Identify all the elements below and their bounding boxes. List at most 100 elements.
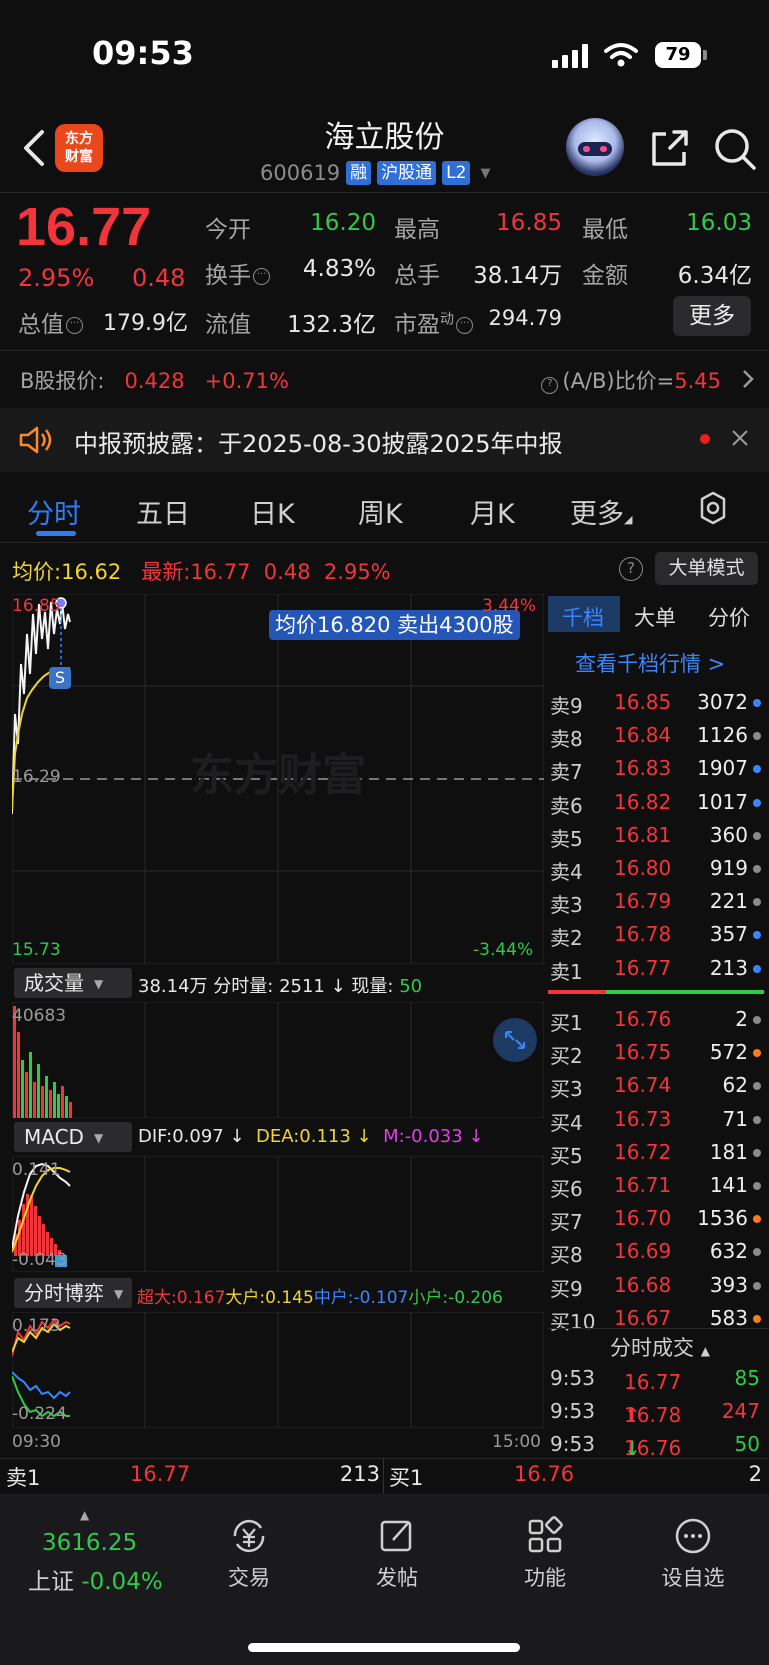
search-icon[interactable] [712, 126, 758, 172]
ask-row[interactable]: 卖2 16.78 357 [548, 918, 764, 951]
index-widget[interactable]: ▲ 3616.25 上证 -0.04% [20, 1508, 180, 1595]
order-flag-dot [753, 1215, 761, 1224]
macd-info: DIF:0.097 ↓ DEA:0.113 ↓ M:-0.033 ↓ [138, 1126, 484, 1147]
level-price: 16.67 [614, 1305, 672, 1330]
bid-row[interactable]: 买7 16.70 1536 [548, 1202, 764, 1235]
level-volume: 3072 [697, 690, 748, 714]
bid-row[interactable]: 买4 16.73 71 [548, 1103, 764, 1136]
volume-label: 总手 [394, 263, 440, 289]
sell-marker[interactable]: S [49, 667, 71, 689]
level-price: 16.83 [614, 756, 672, 781]
depth-tab-price-dist[interactable]: 分价 [708, 602, 750, 632]
bottom-sell-price: 16.77 [130, 1462, 191, 1486]
game-info: 超大:0.167大户:0.145中户:-0.107小户:-0.206 [137, 1288, 503, 1308]
level-price: 16.80 [614, 856, 672, 880]
bid-row[interactable]: 买2 16.75 572 [548, 1036, 764, 1069]
depth-link[interactable]: 查看千档行情 > [575, 648, 725, 678]
settings-gear-icon[interactable] [695, 490, 731, 526]
ask-row[interactable]: 卖6 16.82 1017 [548, 786, 764, 819]
level-volume: 572 [709, 1040, 748, 1065]
order-flag-dot [753, 798, 761, 807]
edit-post-icon [380, 1520, 412, 1552]
game-chart[interactable] [12, 1312, 544, 1428]
trades-title[interactable]: 分时成交 ▲ [610, 1332, 710, 1362]
status-time: 09:53 [92, 34, 194, 72]
ask-row[interactable]: 卖5 16.81 360 [548, 819, 764, 852]
trade-time: 9:53 [550, 1399, 595, 1423]
tab-daily-k[interactable]: 日K [250, 492, 295, 531]
chevron-right-icon[interactable] [740, 368, 756, 390]
close-icon[interactable] [730, 428, 750, 448]
order-flag-dot [753, 1115, 761, 1124]
bshare-row: B股报价: 0.428 +0.71% [20, 369, 289, 393]
ask-row[interactable]: 卖4 16.80 919 [548, 852, 764, 885]
open-value: 16.20 [310, 210, 376, 236]
bid-row[interactable]: 买10 16.67 583 [548, 1302, 764, 1335]
volume-selector[interactable]: 成交量 ▼ [14, 968, 132, 998]
game-selector[interactable]: 分时博弈 ▼ [14, 1278, 132, 1308]
nav-functions[interactable]: 功能 [495, 1516, 595, 1592]
order-flag-dot [753, 1148, 761, 1157]
macd-chart[interactable] [12, 1156, 544, 1272]
depth-tab-big-order[interactable]: 大单 [634, 602, 676, 632]
turnover-value: 4.83% [302, 256, 376, 282]
help-icon[interactable]: ? [619, 557, 643, 581]
bid-row[interactable]: 买8 16.69 632 [548, 1235, 764, 1268]
big-order-mode-button[interactable]: 大单模式 [655, 552, 758, 585]
level-volume: 71 [722, 1106, 748, 1131]
order-flag-dot [753, 865, 761, 873]
depth-tab-1000[interactable]: 千档 [562, 602, 604, 632]
unread-dot [700, 434, 710, 444]
share-icon[interactable] [648, 126, 692, 170]
latest-percent: 2.95% [323, 560, 391, 584]
trade-row: 9:53 16.77 85 [550, 1366, 760, 1394]
level-volume: 181 [709, 1139, 748, 1164]
code-dropdown-icon[interactable]: ▼ [480, 166, 490, 181]
notice-text[interactable]: 中报预披露：于2025-08-30披露2025年中报 [74, 424, 563, 459]
home-indicator[interactable] [248, 1643, 520, 1652]
ask-row[interactable]: 卖1 16.77 213 [548, 952, 764, 985]
help-icon[interactable]: ? [541, 377, 559, 394]
low-label: 最低 [582, 217, 628, 243]
tab-more[interactable]: 更多◢ [570, 492, 632, 531]
high-label: 最高 [394, 217, 440, 243]
info-icon[interactable]: ··· [66, 317, 83, 334]
tab-monthly-k[interactable]: 月K [470, 492, 515, 531]
level-volume: 632 [709, 1239, 748, 1264]
tab-five-day[interactable]: 五日 [136, 492, 190, 531]
info-icon[interactable]: ··· [253, 268, 270, 285]
assistant-robot-icon[interactable] [566, 118, 624, 176]
volume-chart[interactable] [12, 1002, 544, 1118]
bid-row[interactable]: 买9 16.68 393 [548, 1269, 764, 1302]
bid-row[interactable]: 买5 16.72 181 [548, 1136, 764, 1169]
bid-row[interactable]: 买1 16.76 2 [548, 1003, 764, 1036]
level-label: 卖7 [550, 760, 583, 785]
nav-post[interactable]: 发帖 [347, 1516, 447, 1592]
level-price: 16.84 [614, 723, 672, 748]
tab-weekly-k[interactable]: 周K [358, 492, 403, 531]
level-price: 16.79 [614, 889, 672, 914]
order-flag-dot [753, 898, 761, 907]
level-label: 买3 [550, 1077, 583, 1102]
info-icon[interactable]: ··· [456, 317, 473, 334]
ab-ratio[interactable]: ? (A/B)比价=5.45 [539, 365, 721, 395]
ask-row[interactable]: 卖7 16.83 1907 [548, 752, 764, 785]
time-end: 15:00 [492, 1432, 541, 1452]
bid-row[interactable]: 买3 16.74 62 [548, 1069, 764, 1102]
change-amount: 0.48 [132, 264, 186, 292]
macd-selector[interactable]: MACD ▼ [14, 1122, 132, 1152]
volume-info: 38.14万 分时量: 2511 ↓ 现量: 50 [138, 976, 423, 997]
order-flag-dot [753, 1016, 761, 1024]
nav-add-watchlist[interactable]: 设自选 [643, 1516, 743, 1592]
nav-trade[interactable]: 交易 [199, 1516, 299, 1592]
tab-intraday[interactable]: 分时 [27, 492, 81, 531]
more-button[interactable]: 更多 [673, 296, 751, 336]
order-flag-dot [753, 1182, 761, 1190]
chart-bottom-percent: -3.44% [473, 940, 534, 960]
bid-row[interactable]: 买6 16.71 141 [548, 1169, 764, 1202]
ask-row[interactable]: 卖9 16.85 3072 [548, 686, 764, 719]
ask-row[interactable]: 卖8 16.84 1126 [548, 719, 764, 752]
margin-tag: 融 [346, 161, 372, 185]
ask-row[interactable]: 卖3 16.79 221 [548, 885, 764, 918]
intraday-price-chart[interactable]: 东方财富 [12, 594, 544, 964]
